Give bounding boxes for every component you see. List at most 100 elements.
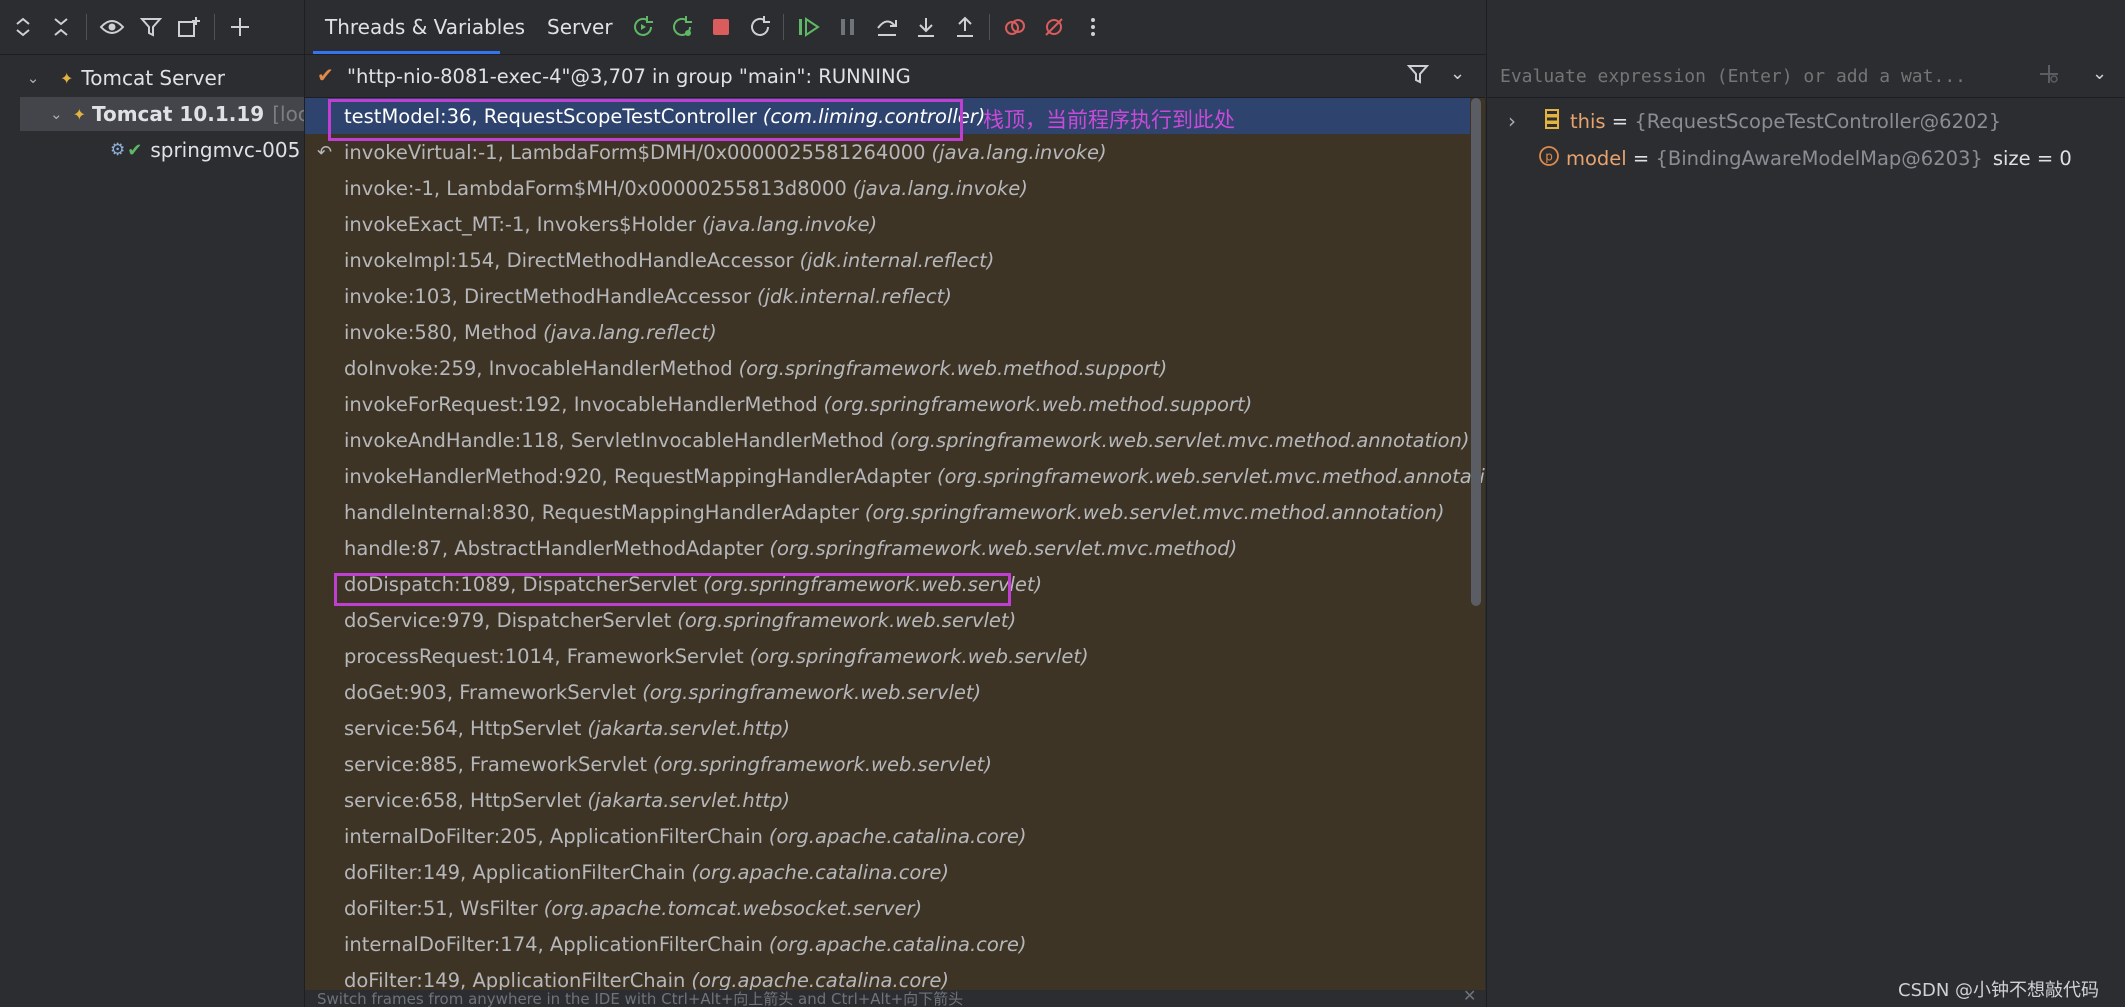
tab-threads-variables[interactable]: Threads & Variables [325, 0, 525, 54]
eye-icon[interactable] [97, 12, 127, 42]
pause-icon[interactable] [833, 12, 863, 42]
expand-all-icon[interactable] [8, 12, 38, 42]
stack-frame-row[interactable]: doInvoke:259, InvocableHandlerMethod (org… [305, 350, 1470, 386]
stack-frame-row[interactable]: invokeAndHandle:118, ServletInvocableHan… [305, 422, 1470, 458]
filter-icon[interactable] [1406, 63, 1430, 89]
field-icon [1544, 108, 1560, 135]
sessions-toolbar [0, 0, 304, 55]
step-out-icon[interactable] [950, 12, 980, 42]
stack-frame-row[interactable]: invoke:-1, LambdaForm$MH/0x00000255813d8… [305, 170, 1470, 206]
chevron-down-icon[interactable]: ⌄ [50, 105, 63, 123]
step-into-icon[interactable] [911, 12, 941, 42]
variable-name: this [1570, 109, 1606, 133]
stack-frame-row[interactable]: invokeImpl:154, DirectMethodHandleAccess… [305, 242, 1470, 278]
rerun-icon[interactable] [628, 12, 658, 42]
restart-icon[interactable] [745, 12, 775, 42]
tree-item-extra: [loca [272, 102, 304, 126]
close-icon[interactable]: ✕ [1463, 990, 1476, 1005]
variable-equals: = [1626, 146, 1656, 170]
frame-method: invokeHandlerMethod:920, RequestMappingH… [344, 464, 931, 488]
tab-server[interactable]: Server [547, 0, 613, 54]
variable-size: size = 0 [1992, 146, 2072, 170]
frame-package: (org.springframework.web.servlet) [677, 608, 1017, 632]
stack-frame-row[interactable]: service:564, HttpServlet (jakarta.servlet… [305, 710, 1470, 746]
variable-value: {BindingAwareModelMap@6203} [1655, 146, 1983, 170]
stack-frame-row[interactable]: doFilter:51, WsFilter (org.apache.tomcat.… [305, 890, 1470, 926]
frame-package: (org.springframework.web.servlet) [642, 680, 982, 704]
new-tab-icon[interactable] [174, 12, 204, 42]
chevron-right-icon[interactable]: › [1508, 109, 1534, 133]
frame-package: (java.lang.reflect) [543, 320, 717, 344]
frame-package: (jakarta.servlet.http) [587, 716, 791, 740]
frame-method: invoke:-1, LambdaForm$MH/0x00000255813d8… [344, 176, 847, 200]
tree-item-tomcat-instance[interactable]: ⌄ ✦ Tomcat 10.1.19 [loca [20, 97, 304, 131]
frame-package: (jdk.internal.reflect) [799, 248, 995, 272]
chevron-down-icon[interactable]: ⌄ [2092, 63, 2107, 84]
frame-method: invoke:580, Method [344, 320, 538, 344]
stack-frame-row[interactable]: internalDoFilter:174, ApplicationFilterC… [305, 926, 1470, 962]
view-breakpoints-icon[interactable] [1000, 12, 1030, 42]
frame-package: (org.apache.catalina.core) [768, 932, 1027, 956]
stack-frame-row[interactable]: invokeForRequest:192, InvocableHandlerMe… [305, 386, 1470, 422]
frame-package: (org.springframework.web.servlet.mvc.met… [936, 464, 1485, 488]
add-watch-icon[interactable] [2038, 63, 2060, 89]
stack-frame-row[interactable]: handle:87, AbstractHandlerMethodAdapter(… [305, 530, 1470, 566]
frame-method: doFilter:51, WsFilter [344, 896, 538, 920]
chevron-down-icon[interactable]: ⌄ [22, 69, 44, 87]
filter-icon[interactable] [136, 12, 166, 42]
stack-frame-row[interactable]: doFilter:149, ApplicationFilterChain (org… [305, 854, 1470, 890]
frame-package: (org.apache.catalina.core) [691, 968, 949, 991]
stack-frame-row[interactable]: invokeHandlerMethod:920, RequestMappingH… [305, 458, 1485, 494]
tab-label: Server [547, 15, 613, 39]
frame-package: (java.lang.invoke) [852, 176, 1028, 200]
frame-method: doService:979, DispatcherServlet [344, 608, 672, 632]
tree-item-deployment[interactable]: ⚙ ✔ springmvc-005 [110, 133, 304, 167]
tree-item-label: springmvc-005 [150, 138, 301, 162]
frame-package: (org.springframework.web.servlet.mvc.met… [769, 536, 1238, 560]
variable-row-this[interactable]: › this = {RequestScopeTestController@620… [1508, 104, 2001, 138]
more-options-icon[interactable] [1078, 12, 1108, 42]
stop-icon[interactable] [706, 12, 736, 42]
stack-frame-row[interactable]: doService:979, DispatcherServlet (org.spr… [305, 602, 1470, 638]
frame-method: invokeExact_MT:-1, Invokers$Holder [344, 212, 696, 236]
variable-row-model[interactable]: p model = {BindingAwareModelMap@6203} si… [1538, 141, 2072, 175]
svg-text:p: p [1545, 149, 1553, 163]
resume-icon[interactable] [794, 12, 824, 42]
drop-frame-icon[interactable]: ↶ [317, 142, 332, 163]
frame-method: invokeAndHandle:118, ServletInvocableHan… [344, 428, 884, 452]
frame-package: (org.springframework.web.method.support) [823, 392, 1253, 416]
stack-frame-row[interactable]: invoke:580, Method (java.lang.reflect) [305, 314, 1470, 350]
frames-scrollbar[interactable] [1471, 98, 1481, 606]
chevron-down-icon[interactable]: ⌄ [1450, 63, 1465, 84]
tomcat-icon: ✦ [60, 68, 74, 88]
highlight-box-top-frame [328, 99, 963, 141]
stack-frame-row[interactable]: doFilter:149, ApplicationFilterChain (org… [305, 962, 1470, 991]
stack-frame-row[interactable]: invoke:103, DirectMethodHandleAccessor (j… [305, 278, 1470, 314]
tree-item-tomcat-server[interactable]: ⌄ ✦ Tomcat Server [22, 61, 225, 95]
frame-package: (org.springframework.web.servlet.mvc.met… [889, 428, 1470, 452]
add-icon[interactable] [225, 12, 255, 42]
mute-breakpoints-icon[interactable] [1039, 12, 1069, 42]
frame-method: handle:87, AbstractHandlerMethodAdapter [344, 536, 764, 560]
stack-frame-row[interactable]: service:658, HttpServlet (jakarta.servlet… [305, 782, 1470, 818]
frame-method: handleInternal:830, RequestMappingHandle… [344, 500, 859, 524]
debug-toolbar: Threads & Variables Server [305, 0, 1485, 54]
thread-status-label: "http-nio-8081-exec-4"@3,707 in group "m… [347, 65, 911, 88]
stack-frame-row[interactable]: service:885, FrameworkServlet (org.spring… [305, 746, 1470, 782]
stack-frame-row[interactable]: invokeExact_MT:-1, Invokers$Holder (java.… [305, 206, 1470, 242]
stack-frame-row[interactable]: internalDoFilter:205, ApplicationFilterC… [305, 818, 1470, 854]
tomcat-icon: ✦ [72, 104, 86, 124]
evaluate-expression-input[interactable] [1498, 61, 2022, 91]
thread-selector[interactable]: ✔ "http-nio-8081-exec-4"@3,707 in group … [305, 55, 1485, 98]
frame-method: processRequest:1014, FrameworkServlet [344, 644, 744, 668]
step-over-icon[interactable] [872, 12, 902, 42]
stack-frame-row[interactable]: doGet:903, FrameworkServlet (org.springfr… [305, 674, 1470, 710]
collapse-all-icon[interactable] [46, 12, 76, 42]
update-app-icon[interactable] [667, 12, 697, 42]
evaluate-bar: ⌄ [1486, 55, 2125, 98]
stack-frame-row[interactable]: handleInternal:830, RequestMappingHandle… [305, 494, 1470, 530]
frame-package: (java.lang.invoke) [931, 140, 1107, 164]
variable-value: {RequestScopeTestController@6202} [1634, 109, 2002, 133]
stack-frame-row[interactable]: processRequest:1014, FrameworkServlet (or… [305, 638, 1470, 674]
frame-method: service:885, FrameworkServlet [344, 752, 647, 776]
